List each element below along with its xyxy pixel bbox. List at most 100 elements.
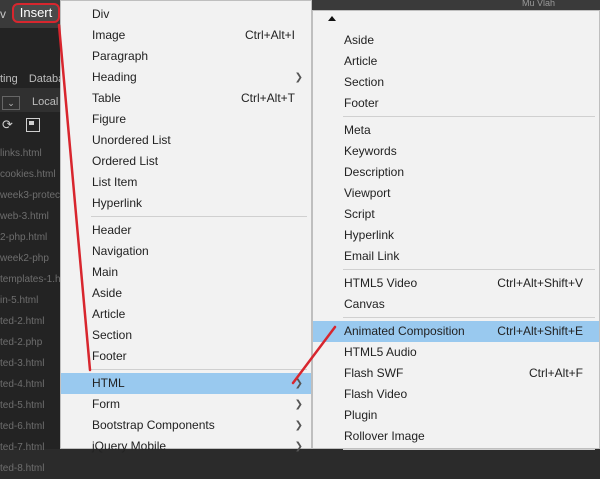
chevron-right-icon: ❯	[294, 378, 303, 389]
menu-item-label: HTML5 Video	[344, 276, 418, 290]
insert-menu-item-main[interactable]: Main	[61, 262, 311, 283]
menu-item-label: Image	[92, 28, 126, 42]
menu-item-label: Script	[344, 207, 375, 221]
html-submenu-item-keywords[interactable]: Keywords	[313, 141, 599, 162]
file-list-item[interactable]: ted-6.html	[0, 416, 60, 437]
menu-item-label: Footer	[92, 349, 127, 363]
html-submenu-item-flash-swf[interactable]: Flash SWF Ctrl+Alt+F	[313, 363, 599, 384]
insert-menu-item-image[interactable]: Image Ctrl+Alt+I	[61, 25, 311, 46]
menu-item-label: Hyperlink	[344, 228, 395, 242]
insert-menu-item-heading[interactable]: Heading ❯	[61, 67, 311, 88]
menu-item-label: Unordered List	[92, 133, 171, 147]
menu-separator	[91, 369, 307, 370]
menu-item-label: Flash Video	[344, 387, 408, 401]
insert-menu-item-navigation[interactable]: Navigation	[61, 241, 311, 262]
menu-item-label: Bootstrap Components	[92, 418, 215, 432]
html-submenu-item-article[interactable]: Article	[313, 51, 599, 72]
site-select-dropdown[interactable]: ⌄	[2, 96, 20, 110]
menu-item-label: Table	[92, 91, 121, 105]
file-list-item[interactable]: ted-8.html	[0, 458, 60, 479]
insert-menu-item-article[interactable]: Article	[61, 304, 311, 325]
menu-item-label: Figure	[92, 112, 127, 126]
menubar-item-view[interactable]: v	[0, 7, 6, 21]
html-submenu-item-plugin[interactable]: Plugin	[313, 405, 599, 426]
menu-item-label: Meta	[344, 123, 371, 137]
html-submenu-item-flash-video[interactable]: Flash Video	[313, 384, 599, 405]
html-submenu-item-html5-video[interactable]: HTML5 Video Ctrl+Alt+Shift+V	[313, 273, 599, 294]
menu-item-label: Heading	[92, 70, 137, 84]
html-submenu-item-meta[interactable]: Meta	[313, 120, 599, 141]
menu-separator	[343, 269, 595, 270]
file-list-item[interactable]: week3-protect	[0, 185, 60, 206]
file-list-item[interactable]: ted-2.php	[0, 332, 60, 353]
file-list-item[interactable]: web-3.html	[0, 206, 60, 227]
insert-menu-item-unordered-list[interactable]: Unordered List	[61, 130, 311, 151]
insert-menu-item-div[interactable]: Div	[61, 4, 311, 25]
scroll-up-arrow-icon[interactable]	[328, 16, 336, 21]
menu-item-label: Article	[344, 54, 378, 68]
insert-menu-item-section[interactable]: Section	[61, 325, 311, 346]
html-submenu-item-script[interactable]: Script	[313, 204, 599, 225]
file-list-item[interactable]: ted-4.html	[0, 374, 60, 395]
expand-panel-icon[interactable]	[26, 118, 40, 132]
file-list-item[interactable]: ted-5.html	[0, 395, 60, 416]
file-list-item[interactable]: cookies.html	[0, 164, 60, 185]
insert-menu-item-table[interactable]: Table Ctrl+Alt+T	[61, 88, 311, 109]
html-submenu-item-description[interactable]: Description	[313, 162, 599, 183]
refresh-icon[interactable]: ⟳	[2, 118, 16, 132]
menu-item-label: Header	[92, 223, 132, 237]
insert-menu-item-paragraph[interactable]: Paragraph	[61, 46, 311, 67]
menu-item-label: Section	[92, 328, 133, 342]
menu-item-label: Section	[344, 75, 385, 89]
menu-separator	[91, 216, 307, 217]
menu-item-shortcut: Ctrl+Alt+I	[244, 28, 295, 42]
file-list-item[interactable]: in-5.html	[0, 290, 60, 311]
menu-item-label: Rollover Image	[344, 429, 425, 443]
html-submenu-item-section[interactable]: Section	[313, 72, 599, 93]
insert-menu-item-header[interactable]: Header	[61, 220, 311, 241]
html-submenu-item-hyperlink[interactable]: Hyperlink	[313, 225, 599, 246]
insert-menu-item-ordered-list[interactable]: Ordered List	[61, 151, 311, 172]
insert-menu-item-hyperlink[interactable]: Hyperlink	[61, 193, 311, 214]
menu-item-label: Navigation	[92, 244, 149, 258]
panel-tab-settings[interactable]: ting	[0, 73, 18, 85]
html-submenu-item-html5-audio[interactable]: HTML5 Audio	[313, 342, 599, 363]
html-submenu-item-aside[interactable]: Aside	[313, 30, 599, 51]
menu-item-label: Flash SWF	[344, 366, 404, 380]
insert-menu: Div Image Ctrl+Alt+I Paragraph Heading ❯ Table…	[60, 0, 312, 453]
html-submenu-item-email-link[interactable]: Email Link	[313, 246, 599, 267]
html-submenu-item-viewport[interactable]: Viewport	[313, 183, 599, 204]
insert-menu-item-bootstrap-components[interactable]: Bootstrap Components ❯	[61, 415, 311, 436]
top-strip: Mu Vlah	[500, 0, 600, 10]
insert-menu-item-footer[interactable]: Footer	[61, 346, 311, 367]
html-submenu-item-animated-composition[interactable]: Animated Composition Ctrl+Alt+Shift+E	[313, 321, 599, 342]
menu-item-label: jQuery Mobile	[92, 439, 167, 453]
menu-item-label: Description	[344, 165, 405, 179]
html-submenu-item-footer[interactable]: Footer	[313, 93, 599, 114]
file-list-item[interactable]: ted-3.html	[0, 353, 60, 374]
menu-item-label: Form	[92, 397, 120, 411]
file-list-item[interactable]: 2-php.html	[0, 227, 60, 248]
insert-menu-item-aside[interactable]: Aside	[61, 283, 311, 304]
file-list-item[interactable]: templates-1.html	[0, 269, 60, 290]
html-submenu: Aside Article Section Footer Meta Keywords Des…	[312, 10, 600, 450]
html-submenu-item-canvas[interactable]: Canvas	[313, 294, 599, 315]
insert-menu-item-jquery-mobile[interactable]: jQuery Mobile ❯	[61, 436, 311, 457]
insert-menu-item-list-item[interactable]: List Item	[61, 172, 311, 193]
insert-menu-item-html[interactable]: HTML ❯	[61, 373, 311, 394]
menu-item-label: Keywords	[344, 144, 397, 158]
file-list-item[interactable]: ted-2.html	[0, 311, 60, 332]
file-list-item[interactable]: week2-php	[0, 248, 60, 269]
file-list-item[interactable]: ted-7.html	[0, 437, 60, 458]
menu-item-label: Div	[92, 7, 110, 21]
site-select-value[interactable]: Local	[32, 96, 58, 108]
insert-menu-item-form[interactable]: Form ❯	[61, 394, 311, 415]
menu-item-label: Footer	[344, 96, 379, 110]
chevron-right-icon: ❯	[294, 399, 303, 410]
menu-item-label: List Item	[92, 175, 138, 189]
insert-menu-item-figure[interactable]: Figure	[61, 109, 311, 130]
file-list-item[interactable]: links.html	[0, 143, 60, 164]
html-submenu-item-rollover-image[interactable]: Rollover Image	[313, 426, 599, 447]
insert-menu-button[interactable]: Insert	[12, 3, 60, 23]
panel-tab-databases[interactable]: Databa	[29, 73, 64, 85]
